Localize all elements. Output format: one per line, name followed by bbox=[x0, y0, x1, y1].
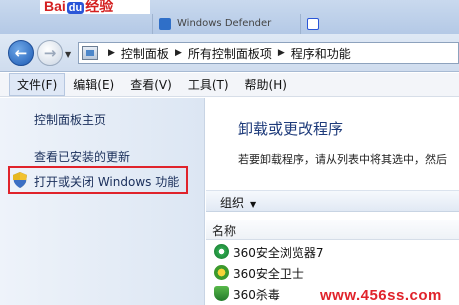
background-tab-defender[interactable]: Windows Defender bbox=[152, 14, 290, 34]
control-panel-icon bbox=[82, 46, 98, 60]
chevron-right-icon[interactable]: ▶ bbox=[108, 48, 115, 58]
background-tab-baidu[interactable] bbox=[300, 14, 459, 34]
menu-help[interactable]: 帮助(H) bbox=[237, 73, 295, 96]
highlight-box bbox=[8, 166, 188, 194]
guard-icon bbox=[214, 265, 229, 280]
browser-icon bbox=[214, 244, 229, 259]
page-title: 卸载或更改程序 bbox=[238, 120, 344, 138]
main-pane: 卸载或更改程序 若要卸载程序，请从列表中将其选中，然后 组织 ▼ 名称 360安全… bbox=[206, 98, 459, 305]
control-panel-home-link[interactable]: 控制面板主页 bbox=[34, 111, 106, 128]
defender-icon bbox=[159, 18, 171, 30]
chevron-right-icon[interactable]: ▶ bbox=[278, 48, 285, 58]
program-row[interactable]: 360安全卫士 bbox=[206, 263, 459, 283]
baidu-paw-icon bbox=[307, 18, 319, 30]
breadcrumb-programs-features[interactable]: 程序和功能 bbox=[291, 45, 351, 62]
recent-pages-dropdown-icon[interactable]: ▼ bbox=[65, 50, 71, 59]
logo-text-left: Bai bbox=[44, 0, 66, 14]
logo-du-badge: du bbox=[66, 2, 85, 14]
chevron-down-icon: ▼ bbox=[250, 200, 257, 209]
program-name: 360安全浏览器7 bbox=[233, 246, 324, 260]
view-installed-updates-link[interactable]: 查看已安装的更新 bbox=[34, 148, 130, 165]
address-bar[interactable]: ▶ 控制面板 ▶ 所有控制面板项 ▶ 程序和功能 bbox=[78, 42, 459, 64]
menu-tools[interactable]: 工具(T) bbox=[180, 73, 237, 96]
navigation-bar: ← → ▼ ▶ 控制面板 ▶ 所有控制面板项 ▶ 程序和功能 bbox=[0, 34, 459, 72]
antivirus-shield-icon bbox=[214, 286, 229, 301]
background-window-strip: Bai du 经验 Windows Defender bbox=[0, 0, 459, 34]
menu-bar: 文件(F) 编辑(E) 查看(V) 工具(T) 帮助(H) bbox=[0, 73, 459, 97]
column-header-name[interactable]: 名称 bbox=[206, 220, 459, 240]
forward-button[interactable]: → bbox=[37, 40, 63, 66]
program-name: 360安全卫士 bbox=[233, 267, 304, 281]
baidu-jingyan-logo: Bai du 经验 bbox=[40, 0, 150, 14]
background-tab-label: Windows Defender bbox=[177, 18, 272, 29]
organize-button[interactable]: 组织 ▼ bbox=[220, 194, 256, 211]
organize-label: 组织 bbox=[220, 196, 245, 210]
breadcrumb-all-items[interactable]: 所有控制面板项 bbox=[188, 45, 272, 62]
back-button[interactable]: ← bbox=[8, 40, 34, 66]
program-row[interactable]: 360安全浏览器7 bbox=[206, 242, 459, 262]
task-pane: 控制面板主页 查看已安装的更新 打开或关闭 Windows 功能 bbox=[0, 98, 205, 305]
menu-file[interactable]: 文件(F) bbox=[9, 73, 66, 96]
menu-edit[interactable]: 编辑(E) bbox=[65, 73, 122, 96]
logo-text-right: 经验 bbox=[85, 0, 114, 14]
watermark: www.456ss.com bbox=[320, 287, 442, 304]
breadcrumb-control-panel[interactable]: 控制面板 bbox=[121, 45, 169, 62]
page-description: 若要卸载程序，请从列表中将其选中，然后 bbox=[238, 153, 447, 166]
column-header-label: 名称 bbox=[212, 224, 237, 238]
menu-view[interactable]: 查看(V) bbox=[122, 73, 180, 96]
program-name: 360杀毒 bbox=[233, 288, 280, 302]
command-bar: 组织 ▼ bbox=[206, 190, 459, 212]
chevron-right-icon[interactable]: ▶ bbox=[175, 48, 182, 58]
